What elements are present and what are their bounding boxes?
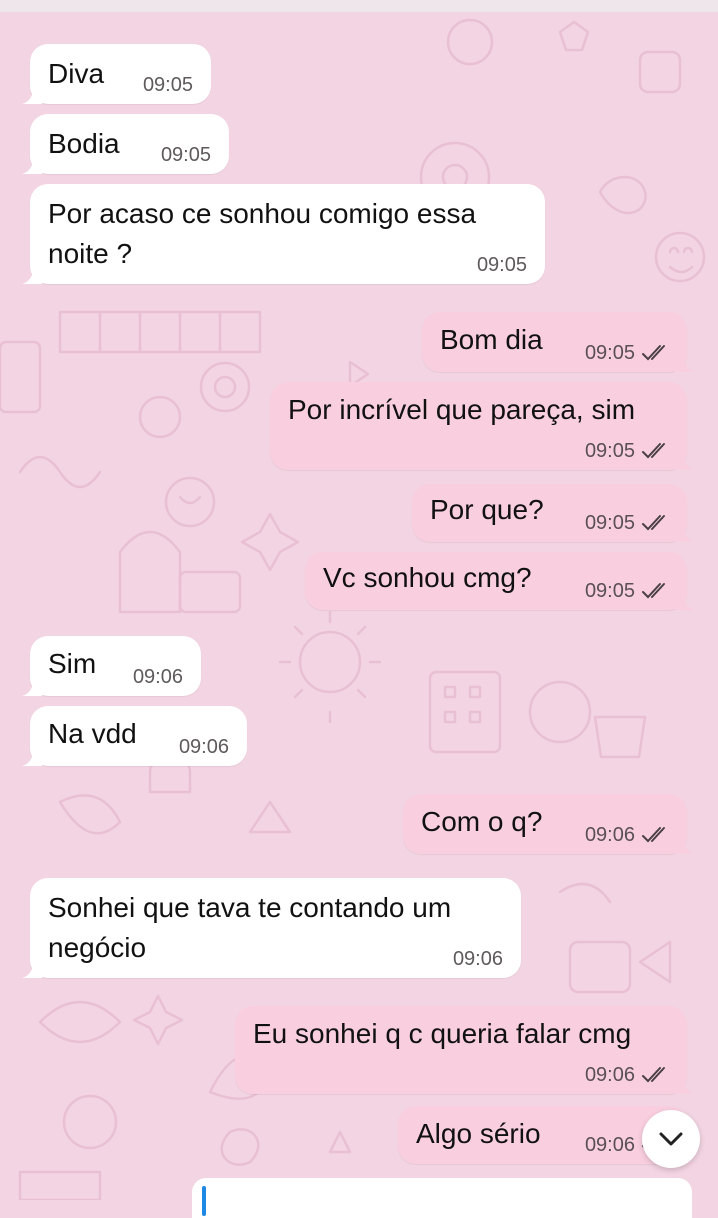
chevron-down-icon xyxy=(659,1132,683,1146)
message-bubble-outgoing[interactable]: Por que? 09:05 xyxy=(412,484,695,542)
timestamp: 09:05 xyxy=(584,512,635,534)
message-bubble-incoming[interactable]: Por acaso ce sonhou comigo essa noite ? … xyxy=(22,184,545,284)
message-time: 09:06 xyxy=(133,665,183,689)
bubble-tail xyxy=(675,1074,695,1094)
message-text: Por que? xyxy=(430,494,544,525)
message-bubble-incoming[interactable]: Sim 09:06 xyxy=(22,636,201,696)
message-bubble-incoming[interactable]: Bodia 09:05 xyxy=(22,114,229,174)
message-time: 09:06 xyxy=(453,947,503,971)
double-check-icon xyxy=(642,443,665,459)
bubble-tail xyxy=(22,84,42,104)
message-text: Eu sonhei q c queria falar cmg xyxy=(253,1018,632,1049)
message-bubble-outgoing[interactable]: Eu sonhei q c queria falar cmg 09:06 xyxy=(235,1006,695,1094)
timestamp: 09:05 xyxy=(584,440,635,462)
timestamp: 09:06 xyxy=(584,1134,635,1156)
message-time: 09:05 xyxy=(143,73,193,97)
message-text: Na vdd xyxy=(48,718,137,749)
message-text-line-2: noite ? xyxy=(48,238,133,269)
bubble-tail xyxy=(22,154,42,174)
message-time: 09:05 xyxy=(585,439,669,463)
double-check-icon xyxy=(642,1067,665,1083)
bubble-tail xyxy=(675,450,695,470)
message-text: Bodia xyxy=(48,128,120,159)
message-bubble-outgoing[interactable]: Com o q? 09:06 xyxy=(403,794,695,854)
message-time: 09:05 xyxy=(585,341,669,365)
message-time: 09:05 xyxy=(585,511,669,535)
message-time: 09:06 xyxy=(179,735,229,759)
timestamp: 09:05 xyxy=(584,580,635,602)
message-text: Sim xyxy=(48,648,97,679)
bubble-tail xyxy=(22,264,42,284)
message-text: Com o q? xyxy=(421,806,543,837)
message-text: Bom dia xyxy=(440,324,543,355)
double-check-icon xyxy=(642,827,665,843)
text-cursor xyxy=(202,1186,206,1216)
message-bubble-incoming[interactable]: Sonhei que tava te contando um negócio 0… xyxy=(22,878,521,978)
timestamp: 09:06 xyxy=(584,824,635,846)
top-status-strip xyxy=(0,0,718,12)
message-time: 09:06 xyxy=(585,1063,669,1087)
message-bubble-outgoing[interactable]: Vc sonhou cmg? 09:05 xyxy=(305,552,695,610)
message-bubble-outgoing[interactable]: Por incrível que pareça, sim 09:05 xyxy=(270,382,695,470)
message-bubble-outgoing[interactable]: Bom dia 09:05 xyxy=(422,312,695,372)
bubble-tail xyxy=(675,352,695,372)
timestamp: 09:05 xyxy=(476,254,527,276)
timestamp: 09:06 xyxy=(452,948,503,970)
bubble-tail xyxy=(675,834,695,854)
message-input[interactable] xyxy=(192,1178,692,1218)
message-time: 09:05 xyxy=(161,143,211,167)
message-text: Vc sonhou cmg? xyxy=(323,562,532,593)
timestamp: 09:06 xyxy=(132,666,183,688)
message-bubble-incoming[interactable]: Na vdd 09:06 xyxy=(22,706,247,766)
timestamp: 09:05 xyxy=(142,74,193,96)
message-text: Diva xyxy=(48,58,105,89)
double-check-icon xyxy=(642,583,665,599)
timestamp: 09:06 xyxy=(584,1064,635,1086)
timestamp: 09:05 xyxy=(584,342,635,364)
message-text-line-1: Sonhei que tava te contando um xyxy=(48,892,452,923)
bubble-tail xyxy=(22,746,42,766)
message-text-line-2: negócio xyxy=(48,932,147,963)
message-text: Algo sério xyxy=(416,1118,541,1149)
bubble-tail xyxy=(675,522,695,542)
double-check-icon xyxy=(642,515,665,531)
timestamp: 09:06 xyxy=(178,736,229,758)
message-text-line-1: Por acaso ce sonhou comigo essa xyxy=(48,198,477,229)
message-time: 09:05 xyxy=(477,253,527,277)
bubble-tail xyxy=(675,590,695,610)
bubble-tail xyxy=(22,958,42,978)
message-time: 09:05 xyxy=(585,579,669,603)
message-time: 09:06 xyxy=(585,823,669,847)
timestamp: 09:05 xyxy=(160,144,211,166)
scroll-to-bottom-button[interactable] xyxy=(642,1110,700,1168)
message-bubble-incoming[interactable]: Diva 09:05 xyxy=(22,44,211,104)
bubble-tail xyxy=(22,676,42,696)
message-text: Por incrível que pareça, sim xyxy=(288,394,636,425)
double-check-icon xyxy=(642,345,665,361)
